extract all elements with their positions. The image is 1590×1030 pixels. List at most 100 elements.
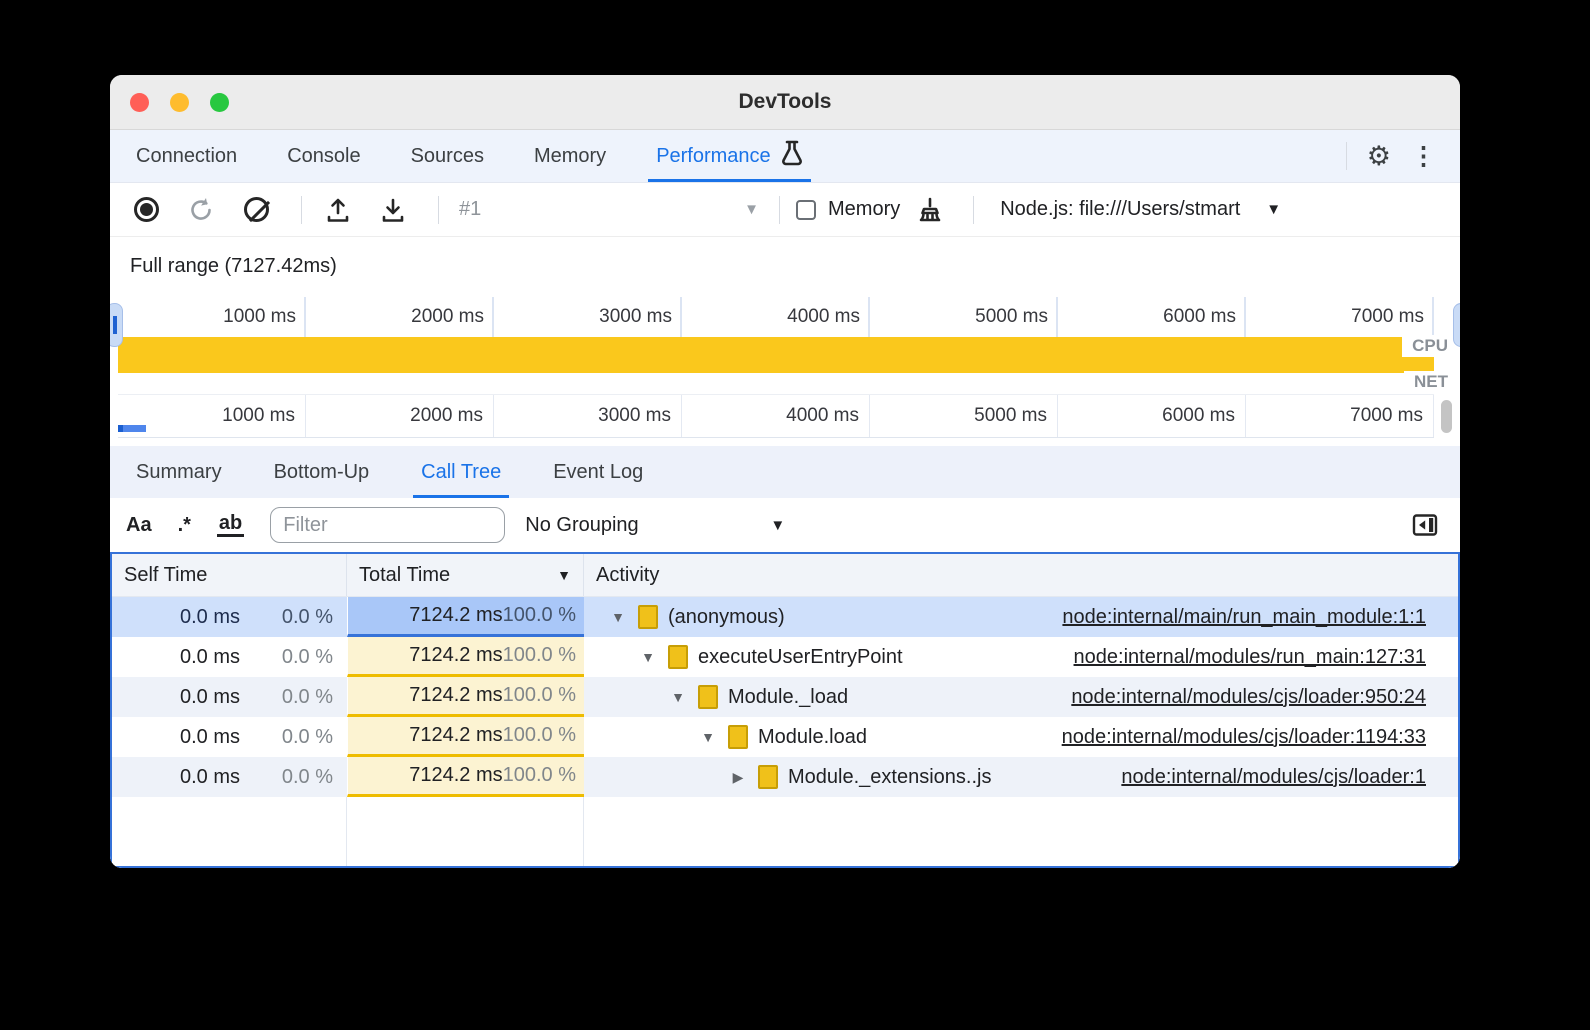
upload-profile-button[interactable] xyxy=(318,190,358,230)
tree-expander-icon[interactable]: ▼ xyxy=(638,649,658,665)
tab-event-log[interactable]: Event Log xyxy=(549,446,647,498)
tab-call-tree[interactable]: Call Tree xyxy=(417,446,505,498)
event-color-swatch xyxy=(668,645,688,669)
tick-label: 1000 ms xyxy=(222,405,295,427)
table-row[interactable]: 0.0 ms0.0 % 7124.2 ms100.0 % ▼ Module.lo… xyxy=(112,717,1458,757)
event-color-swatch xyxy=(698,685,718,709)
source-link[interactable]: node:internal/modules/cjs/loader:1194:33 xyxy=(1062,726,1458,749)
activity-cell: ▼ Module._load node:internal/modules/cjs… xyxy=(584,677,1458,717)
total-ms: 7124.2 ms xyxy=(409,684,502,707)
tick-label: 7000 ms xyxy=(1351,306,1424,328)
empty-cell xyxy=(347,797,584,866)
show-sidebar-button[interactable] xyxy=(1412,512,1444,538)
tick: 5000 ms xyxy=(870,395,1058,437)
table-header: Self Time Total Time ▼ Activity xyxy=(112,554,1458,597)
self-ms: 0.0 ms xyxy=(112,606,240,629)
activity-name: Module._extensions..js xyxy=(788,766,991,789)
tree-expander-icon[interactable]: ▶ xyxy=(728,769,748,786)
profile-history-value: #1 xyxy=(459,198,481,221)
self-pct: 0.0 % xyxy=(240,726,347,749)
collect-garbage-icon[interactable] xyxy=(910,190,950,230)
source-link[interactable]: node:internal/main/run_main_module:1:1 xyxy=(1062,606,1458,629)
tick: 4000 ms xyxy=(682,297,870,337)
source-link[interactable]: node:internal/modules/run_main:127:31 xyxy=(1074,646,1458,669)
vm-instance-value: Node.js: file:///Users/stmart xyxy=(1000,198,1240,221)
tab-label: Memory xyxy=(534,145,606,168)
cpu-activity-bar[interactable]: CPU xyxy=(118,337,1434,373)
range-grip-right[interactable] xyxy=(1453,303,1460,347)
tab-sources[interactable]: Sources xyxy=(409,130,486,182)
chevron-down-icon: ▼ xyxy=(1266,201,1281,218)
self-time-cell: 0.0 ms0.0 % xyxy=(112,757,347,797)
divider xyxy=(973,196,974,224)
event-color-swatch xyxy=(638,605,658,629)
divider xyxy=(1346,142,1347,170)
memory-checkbox[interactable] xyxy=(796,200,816,220)
table-row[interactable]: 0.0 ms0.0 % 7124.2 ms100.0 % ▼ Module._l… xyxy=(112,677,1458,717)
tick-label: 3000 ms xyxy=(599,306,672,328)
tabbar-right-controls: ⚙ ⋮ xyxy=(1336,130,1460,182)
match-whole-word-icon[interactable]: ab xyxy=(217,513,244,537)
table-row[interactable]: 0.0 ms0.0 % 7124.2 ms100.0 % ▼ executeUs… xyxy=(112,637,1458,677)
more-options-icon[interactable]: ⋮ xyxy=(1401,141,1446,171)
timeline-overview: Full range (7127.42ms) 1000 ms 2000 ms 3… xyxy=(110,237,1460,446)
match-case-icon[interactable]: Aa xyxy=(126,514,152,537)
vertical-scrollbar-thumb[interactable] xyxy=(1441,400,1452,433)
regex-icon[interactable]: .* xyxy=(178,514,191,537)
table-row[interactable]: 0.0 ms0.0 % 7124.2 ms100.0 % ▼ (anonymou… xyxy=(112,597,1458,637)
column-header-total-time[interactable]: Total Time ▼ xyxy=(347,554,584,596)
tree-expander-icon[interactable]: ▼ xyxy=(698,729,718,745)
source-link[interactable]: node:internal/modules/cjs/loader:1 xyxy=(1121,766,1458,789)
settings-gear-icon[interactable]: ⚙ xyxy=(1357,141,1401,172)
clear-recording-button[interactable] xyxy=(236,190,276,230)
tree-expander-icon[interactable]: ▼ xyxy=(608,609,628,625)
memory-checkbox-group: Memory xyxy=(796,198,900,221)
tab-label: Connection xyxy=(136,145,237,168)
source-link[interactable]: node:internal/modules/cjs/loader:950:24 xyxy=(1071,686,1458,709)
activity-name: Module.load xyxy=(758,726,867,749)
tab-summary[interactable]: Summary xyxy=(132,446,226,498)
call-tree-table: Self Time Total Time ▼ Activity 0.0 ms0.… xyxy=(110,552,1460,868)
self-pct: 0.0 % xyxy=(240,766,347,789)
column-label: Activity xyxy=(596,564,659,587)
devtools-window: DevTools Connection Console Sources Memo… xyxy=(110,75,1460,868)
column-header-self-time[interactable]: Self Time xyxy=(112,554,347,596)
tick-label: 5000 ms xyxy=(975,306,1048,328)
profile-history-select[interactable]: #1 ▼ xyxy=(459,198,759,221)
tick-label: 4000 ms xyxy=(786,405,859,427)
divider xyxy=(438,196,439,224)
tab-label: Performance xyxy=(656,145,771,168)
tick: 7000 ms xyxy=(1246,395,1434,437)
sort-desc-icon: ▼ xyxy=(557,567,571,583)
horizontal-scroll-indicator[interactable] xyxy=(118,425,146,432)
tick-label: 6000 ms xyxy=(1163,306,1236,328)
tab-console[interactable]: Console xyxy=(285,130,362,182)
total-pct: 100.0 % xyxy=(503,684,576,707)
record-button[interactable] xyxy=(126,190,166,230)
activity-name: (anonymous) xyxy=(668,606,785,629)
tree-expander-icon[interactable]: ▼ xyxy=(668,689,688,705)
table-row[interactable]: 0.0 ms0.0 % 7124.2 ms100.0 % ▶ Module._e… xyxy=(112,757,1458,797)
filter-input[interactable] xyxy=(270,507,505,543)
tick: 3000 ms xyxy=(494,297,682,337)
total-ms: 7124.2 ms xyxy=(409,604,502,627)
column-header-activity[interactable]: Activity xyxy=(584,554,1458,596)
divider xyxy=(779,196,780,224)
javascript-vm-instance-select[interactable]: Node.js: file:///Users/stmart ▼ xyxy=(1000,198,1281,221)
minimize-window-button[interactable] xyxy=(170,93,189,112)
self-time-cell: 0.0 ms0.0 % xyxy=(112,677,347,717)
cpu-label: CPU xyxy=(1402,335,1450,357)
grouping-select[interactable]: No Grouping ▼ xyxy=(525,514,785,537)
tab-bottom-up[interactable]: Bottom-Up xyxy=(270,446,374,498)
close-window-button[interactable] xyxy=(130,93,149,112)
tick-label: 3000 ms xyxy=(598,405,671,427)
tab-memory[interactable]: Memory xyxy=(532,130,608,182)
download-profile-button[interactable] xyxy=(373,190,413,230)
divider xyxy=(301,196,302,224)
tab-connection[interactable]: Connection xyxy=(134,130,239,182)
range-grip-left[interactable] xyxy=(110,303,123,347)
zoom-window-button[interactable] xyxy=(210,93,229,112)
reload-and-record-button[interactable] xyxy=(181,190,221,230)
tick: 6000 ms xyxy=(1058,395,1246,437)
tab-performance[interactable]: Performance xyxy=(654,130,805,182)
